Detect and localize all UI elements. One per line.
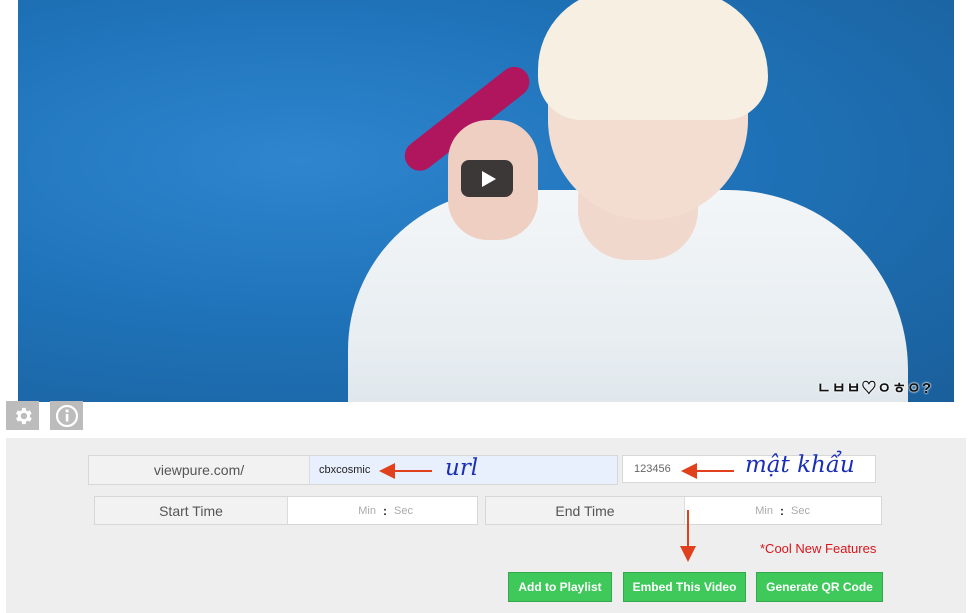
end-time-separator: : <box>780 503 784 518</box>
embed-video-button[interactable]: Embed This Video <box>623 572 746 602</box>
cool-features-note: *Cool New Features <box>760 541 877 556</box>
video-frame-figure-hair <box>538 0 768 120</box>
start-time-separator: : <box>383 503 387 518</box>
url-annotation: url <box>445 455 479 481</box>
password-annotation: mật khẩu <box>745 452 855 478</box>
end-min-input[interactable]: Min <box>685 505 777 517</box>
start-time-group: Start Time Min : Sec <box>94 496 478 525</box>
generate-qr-button[interactable]: Generate QR Code <box>756 572 883 602</box>
play-icon <box>482 170 496 187</box>
end-sec-input[interactable]: Sec <box>787 505 810 517</box>
video-watermark: ㄴㅂㅂ♡ㅇㅎㅇ? <box>817 380 932 397</box>
custom-url-group: viewpure.com/ cbxcosmic <box>88 455 618 485</box>
gear-icon <box>15 407 32 424</box>
start-sec-input[interactable]: Sec <box>390 505 413 517</box>
end-time-label: End Time <box>486 497 685 524</box>
add-to-playlist-button[interactable]: Add to Playlist <box>508 572 612 602</box>
info-button[interactable] <box>50 401 83 430</box>
play-button[interactable] <box>461 160 513 197</box>
info-icon <box>55 404 78 427</box>
end-time-group: End Time Min : Sec <box>485 496 882 525</box>
start-min-input[interactable]: Min <box>288 505 380 517</box>
start-time-label: Start Time <box>95 497 288 524</box>
video-player[interactable]: ㄴㅂㅂ♡ㅇㅎㅇ? <box>18 0 954 402</box>
url-prefix: viewpure.com/ <box>89 456 310 484</box>
settings-button[interactable] <box>6 401 39 430</box>
